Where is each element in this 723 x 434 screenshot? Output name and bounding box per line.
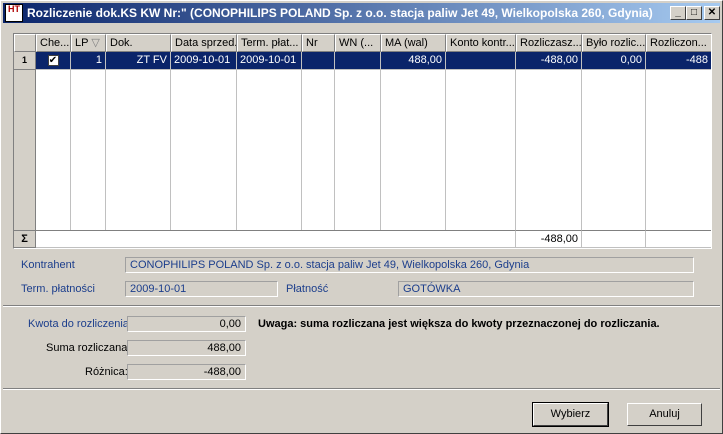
row-number: 1 — [14, 52, 36, 70]
maximize-button[interactable]: □ — [686, 6, 702, 20]
col-header-wn[interactable]: WN (... — [335, 34, 381, 52]
cell-check[interactable]: ✔ — [36, 52, 71, 70]
term-platnosci-field: 2009-10-01 — [125, 281, 278, 297]
roznica-label: Różnica: — [85, 366, 128, 378]
window-title: Rozliczenie dok.KS KW Nr:" (CONOPHILIPS … — [27, 6, 653, 20]
settlement-grid[interactable]: Che... LP ▽ Dok. Data sprzed.. Term. pła… — [13, 33, 712, 249]
total-rozliczasz: -488,00 — [516, 230, 582, 248]
dialog-window: HT Rozliczenie dok.KS KW Nr:" (CONOPHILI… — [0, 0, 723, 434]
suma-label: Suma rozliczana: — [46, 342, 131, 354]
anuluj-button[interactable]: Anuluj — [627, 403, 702, 426]
separator — [3, 388, 720, 390]
minimize-button[interactable]: _ — [670, 6, 686, 20]
col-header-bylo[interactable]: Było rozlic... — [582, 34, 646, 52]
suma-field: 488,00 — [127, 340, 246, 356]
grid-corner — [14, 34, 36, 52]
close-button[interactable]: ✕ — [704, 6, 720, 20]
platnosc-label: Płatność — [286, 283, 329, 295]
col-header-nr[interactable]: Nr — [302, 34, 335, 52]
title-bar[interactable]: HT Rozliczenie dok.KS KW Nr:" (CONOPHILI… — [3, 3, 720, 23]
term-platnosci-label: Term. płatności — [21, 283, 95, 295]
sigma-icon: Σ — [14, 230, 36, 248]
col-header-rozliczon[interactable]: Rozliczon... — [646, 34, 711, 52]
col-header-dok[interactable]: Dok. — [106, 34, 171, 52]
col-header-lp-label: LP — [75, 37, 89, 49]
col-header-konto[interactable]: Konto kontr... — [446, 34, 516, 52]
cell-rozliczon: -488 — [646, 52, 711, 70]
col-header-rozliczasz[interactable]: Rozliczasz... — [516, 34, 582, 52]
col-header-lp[interactable]: LP ▽ — [71, 34, 106, 52]
cell-bylo: 0,00 — [582, 52, 646, 70]
row-checkbox[interactable]: ✔ — [47, 54, 59, 66]
cell-nr — [302, 52, 335, 70]
separator — [3, 305, 720, 307]
app-icon: HT — [5, 4, 23, 22]
cell-wn — [335, 52, 381, 70]
col-header-data-sprzed[interactable]: Data sprzed.. — [171, 34, 237, 52]
sort-desc-icon: ▽ — [91, 37, 100, 49]
kontrahent-label: Kontrahent — [21, 259, 75, 271]
col-header-ma[interactable]: MA (wal) — [381, 34, 446, 52]
col-header-check[interactable]: Che... — [36, 34, 71, 52]
kwota-label: Kwota do rozliczenia: — [28, 318, 132, 330]
cell-term-plat: 2009-10-01 — [237, 52, 302, 70]
platnosc-field: GOTÓWKA — [398, 281, 694, 297]
roznica-field: -488,00 — [127, 364, 246, 380]
cell-ma: 488,00 — [381, 52, 446, 70]
cell-rozliczasz[interactable]: -488,00 — [516, 52, 582, 70]
cell-dok: ZT FV — [106, 52, 171, 70]
wybierz-button[interactable]: Wybierz — [532, 402, 609, 427]
col-header-term-plat[interactable]: Term. płat... — [237, 34, 302, 52]
kwota-field: 0,00 — [127, 316, 246, 332]
warning-message: Uwaga: suma rozliczana jest większa do k… — [258, 318, 660, 330]
cell-data-sprzed: 2009-10-01 — [171, 52, 237, 70]
kontrahent-field: CONOPHILIPS POLAND Sp. z o.o. stacja pal… — [125, 257, 694, 273]
cell-konto — [446, 52, 516, 70]
cell-lp: 1 — [71, 52, 106, 70]
